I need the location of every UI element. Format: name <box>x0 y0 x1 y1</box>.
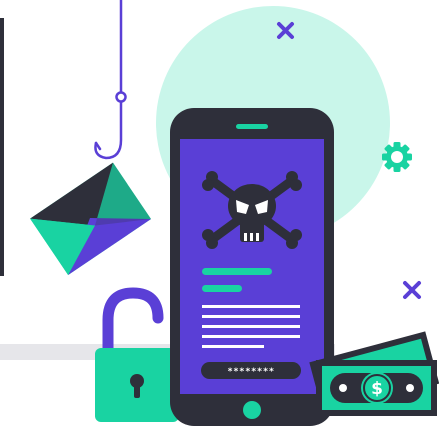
open-padlock-icon <box>95 287 179 422</box>
smartphone: ******** <box>170 108 334 426</box>
screen-line <box>202 325 300 328</box>
fishing-hook-icon <box>94 0 127 160</box>
screen-line <box>202 285 242 292</box>
close-icon <box>403 281 421 299</box>
phone-home-button <box>243 401 261 419</box>
phone-speaker <box>236 124 268 129</box>
gear-icon <box>382 142 412 172</box>
phone-screen <box>180 139 324 394</box>
screen-line <box>202 345 264 348</box>
phishing-illustration: ******** $ <box>0 0 439 426</box>
screen-line <box>202 315 300 318</box>
password-mask: ******** <box>227 367 274 377</box>
left-edge-bar <box>0 18 4 276</box>
screen-line <box>202 268 272 275</box>
currency-symbol: $ <box>371 379 383 399</box>
screen-line <box>202 335 300 338</box>
envelope-icon <box>30 162 152 275</box>
screen-line <box>202 305 300 308</box>
